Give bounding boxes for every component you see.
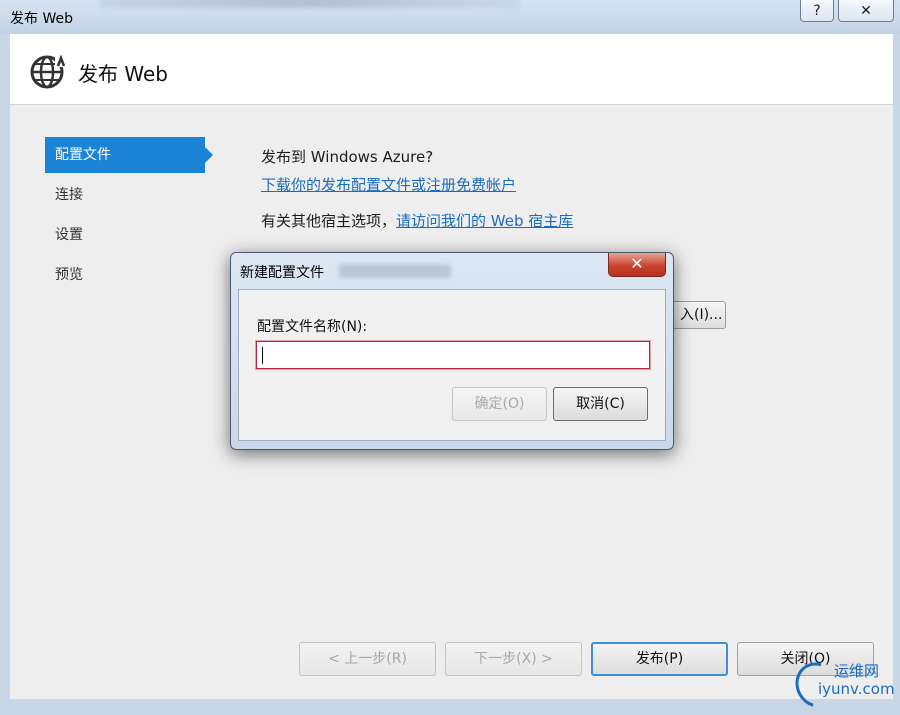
other-hosts-line: 有关其他宿主选项，请访问我们的 Web 宿主库 xyxy=(261,210,573,231)
new-profile-dialog: 新建配置文件 ✕ 配置文件名称(N): 确定(O) 取消(C) xyxy=(230,252,674,450)
profile-name-input[interactable] xyxy=(255,340,651,370)
sidebar-item-connection[interactable]: 连接 xyxy=(45,177,205,213)
watermark-text-top: 运维网 xyxy=(834,662,880,680)
sidebar-item-profile[interactable]: 配置文件 xyxy=(45,137,213,173)
profile-name-label: 配置文件名称(N): xyxy=(257,319,368,335)
web-host-gallery-link[interactable]: 请访问我们的 Web 宿主库 xyxy=(396,212,573,230)
wizard-header: 发布 Web xyxy=(10,34,893,105)
site-watermark: 运维网 iyunv.com xyxy=(787,654,900,715)
window-close-button[interactable]: ✕ xyxy=(838,0,894,22)
dialog-ok-button[interactable]: 确定(O) xyxy=(452,387,547,421)
dialog-cancel-button[interactable]: 取消(C) xyxy=(553,387,648,421)
dialog-body: 配置文件名称(N): 确定(O) 取消(C) xyxy=(238,289,666,441)
dialog-title: 新建配置文件 xyxy=(240,265,324,281)
globe-publish-icon xyxy=(30,54,67,89)
dialog-close-button[interactable]: ✕ xyxy=(608,253,666,277)
blurred-dialog-title-text xyxy=(339,264,451,278)
prev-button[interactable]: < 上一步(R) xyxy=(299,642,436,676)
window-frame-left xyxy=(0,34,10,704)
other-hosts-prefix: 有关其他宿主选项， xyxy=(261,212,397,230)
help-button[interactable]: ? xyxy=(800,0,834,22)
next-button[interactable]: 下一步(X) > xyxy=(445,642,582,676)
window-frame-right xyxy=(893,34,900,704)
sidebar-item-preview[interactable]: 预览 xyxy=(45,257,205,293)
download-profile-link[interactable]: 下载你的发布配置文件或注册免费帐户 xyxy=(261,174,516,195)
help-icon: ? xyxy=(813,2,821,19)
window-titlebar: 发布 Web ? ✕ xyxy=(0,0,900,34)
close-icon: ✕ xyxy=(630,254,644,273)
sidebar-item-settings[interactable]: 设置 xyxy=(45,217,205,253)
publish-button[interactable]: 发布(P) xyxy=(591,642,728,676)
publish-to-azure-text: 发布到 Windows Azure? xyxy=(261,148,434,166)
text-caret xyxy=(262,347,263,364)
blurred-background-text xyxy=(100,0,520,8)
window-title: 发布 Web xyxy=(10,11,73,27)
watermark-text-bottom: iyunv.com xyxy=(818,680,895,698)
close-icon: ✕ xyxy=(860,2,872,19)
import-button[interactable]: 入(I)... xyxy=(665,301,726,329)
page-title: 发布 Web xyxy=(78,62,168,86)
